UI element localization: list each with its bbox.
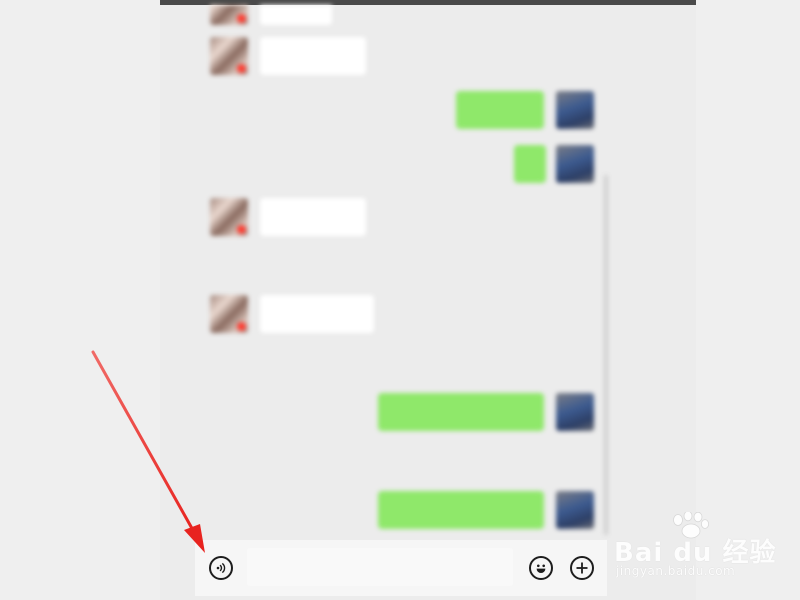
voice-input-button[interactable] <box>209 556 233 580</box>
contact-avatar[interactable] <box>210 198 248 236</box>
emoji-icon <box>536 564 546 573</box>
incoming-bubble[interactable] <box>260 295 374 333</box>
add-more-button[interactable] <box>570 556 594 580</box>
message-row <box>160 91 696 131</box>
contact-avatar[interactable] <box>210 295 248 333</box>
message-row <box>160 145 696 185</box>
message-input[interactable] <box>247 548 513 586</box>
contact-avatar[interactable] <box>210 37 248 75</box>
baidu-jingyan-watermark: Bai du 经验 jingyan.baidu.com <box>614 512 794 592</box>
outgoing-bubble[interactable] <box>514 145 546 183</box>
message-row <box>160 393 696 433</box>
message-row <box>160 198 696 238</box>
user-avatar[interactable] <box>556 491 594 529</box>
message-row <box>160 5 696 27</box>
outgoing-bubble[interactable] <box>456 91 544 129</box>
emoji-button[interactable] <box>529 556 553 580</box>
chat-input-bar <box>195 540 607 596</box>
incoming-bubble[interactable] <box>260 5 332 25</box>
chat-window <box>160 0 696 600</box>
incoming-bubble[interactable] <box>260 37 366 75</box>
message-row <box>160 37 696 77</box>
user-avatar[interactable] <box>556 91 594 129</box>
add-icon <box>576 562 588 574</box>
user-avatar[interactable] <box>556 145 594 183</box>
message-row <box>160 295 696 335</box>
outgoing-bubble[interactable] <box>378 491 544 529</box>
user-avatar[interactable] <box>556 393 594 431</box>
incoming-bubble[interactable] <box>260 198 366 236</box>
contact-avatar[interactable] <box>210 5 248 25</box>
outgoing-bubble[interactable] <box>378 393 544 431</box>
screenshot-page: Bai du 经验 jingyan.baidu.com <box>0 0 800 600</box>
voice-icon <box>216 562 226 574</box>
message-list[interactable] <box>160 5 696 535</box>
watermark-url: jingyan.baidu.com <box>616 564 736 578</box>
